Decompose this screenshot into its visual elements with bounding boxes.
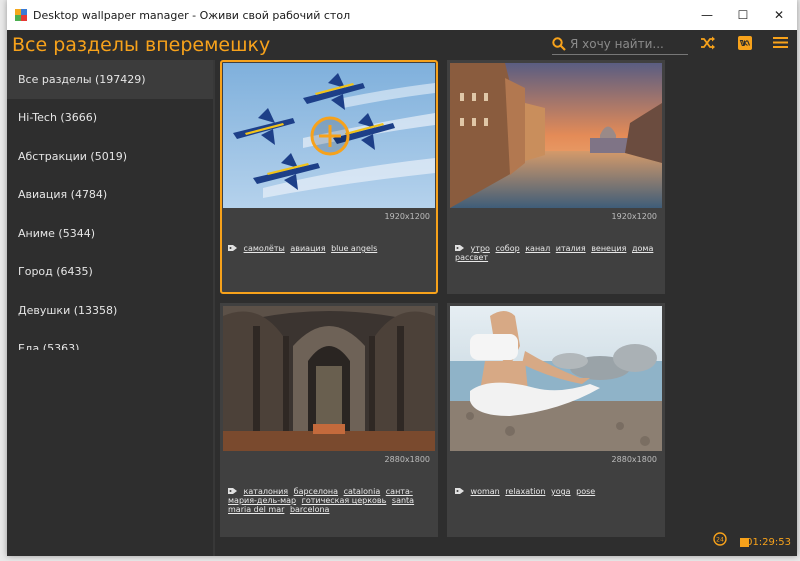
auto-change-timer-icon[interactable]: 24 [713,531,727,550]
resolution-label: 1920x1200 [384,212,430,221]
timer-badge-text: 24 [716,537,724,544]
wallpaper-thumbnail-venice[interactable] [450,63,662,208]
tag-list: утро собор канал италия венеция дома рас… [455,244,661,262]
sidebar-item-hitech[interactable]: Hi-Tech (3666) [7,99,213,138]
zoom-plus-icon[interactable] [309,115,351,157]
tag-link[interactable]: pose [576,487,595,496]
tag-link[interactable]: готическая церковь [302,496,387,505]
tag-link[interactable]: барселона [294,487,338,496]
minimize-button[interactable]: — [689,0,725,30]
resolution-label: 2880x1800 [384,455,430,464]
app-logo-icon [15,9,27,21]
tag-link[interactable]: собор [495,244,519,253]
tag-icon [228,245,237,251]
hamburger-menu-icon[interactable] [773,36,788,49]
wallpaper-thumbnail-church[interactable] [223,306,435,451]
tag-link[interactable]: barcelona [290,505,330,514]
tag-link[interactable]: канал [525,244,550,253]
wallpaper-card[interactable]: 1920x1200 самолёты авиация blue angels [220,60,438,294]
tag-link[interactable]: авиация [290,244,325,253]
title-bar: Desktop wallpaper manager - Оживи свой р… [7,0,797,30]
tag-icon [455,245,464,251]
page-title: Все разделы вперемешку [12,34,271,56]
vk-icon[interactable] [738,36,752,50]
resolution-label: 2880x1800 [611,455,657,464]
shuffle-icon[interactable] [700,36,716,50]
tag-link[interactable]: blue angels [331,244,377,253]
tag-icon [228,488,237,494]
tag-link[interactable]: catalonia [344,487,381,496]
window-title: Desktop wallpaper manager - Оживи свой р… [33,8,351,22]
sidebar-item-abstract[interactable]: Абстракции (5019) [7,137,213,176]
countdown-clock: 01:29:53 [746,537,791,548]
tag-link[interactable]: рассвет [455,253,488,262]
tag-link[interactable]: yoga [551,487,571,496]
tag-link[interactable]: дома [632,244,653,253]
close-button[interactable]: ✕ [761,0,797,30]
wallpaper-thumbnail-yoga[interactable] [450,306,662,451]
tag-link[interactable]: италия [556,244,586,253]
category-sidebar: Все разделы (197429) Hi-Tech (3666) Абст… [7,60,213,350]
sidebar-item-all[interactable]: Все разделы (197429) [7,60,213,99]
sidebar-item-anime[interactable]: Аниме (5344) [7,214,213,253]
wallpaper-thumbnail-jets[interactable] [223,63,435,208]
search-box[interactable] [552,34,688,55]
search-input[interactable] [570,37,682,51]
search-icon[interactable] [552,37,566,51]
wallpaper-card[interactable]: 2880x1800 каталония барселона catalonia … [220,303,438,537]
tag-link[interactable]: утро [471,244,490,253]
tag-link[interactable]: relaxation [505,487,545,496]
tag-link[interactable]: самолёты [244,244,285,253]
sidebar-divider [213,60,215,556]
app-window: Desktop wallpaper manager - Оживи свой р… [7,0,797,556]
tag-list: woman relaxation yoga pose [455,487,661,496]
tag-icon [455,488,464,494]
wallpaper-card[interactable]: 1920x1200 утро собор канал италия венеци… [447,60,665,294]
tag-link[interactable]: каталония [244,487,289,496]
tag-link[interactable]: woman [471,487,500,496]
tag-list: каталония барселона catalonia санта-мари… [228,487,434,514]
sidebar-item-food[interactable]: Еда (5363) [7,330,213,350]
maximize-button[interactable]: ☐ [725,0,761,30]
app-header: Все разделы вперемешку [7,30,797,60]
wallpaper-card[interactable]: 2880x1800 woman relaxation yoga pose [447,303,665,537]
sidebar-item-city[interactable]: Город (6435) [7,253,213,292]
tag-list: самолёты авиация blue angels [228,244,434,253]
sidebar-item-girls[interactable]: Девушки (13358) [7,291,213,330]
tag-link[interactable]: венеция [591,244,626,253]
sidebar-item-aviation[interactable]: Авиация (4784) [7,176,213,215]
resolution-label: 1920x1200 [611,212,657,221]
wallpaper-grid: 1920x1200 самолёты авиация blue angels 1… [220,60,670,537]
